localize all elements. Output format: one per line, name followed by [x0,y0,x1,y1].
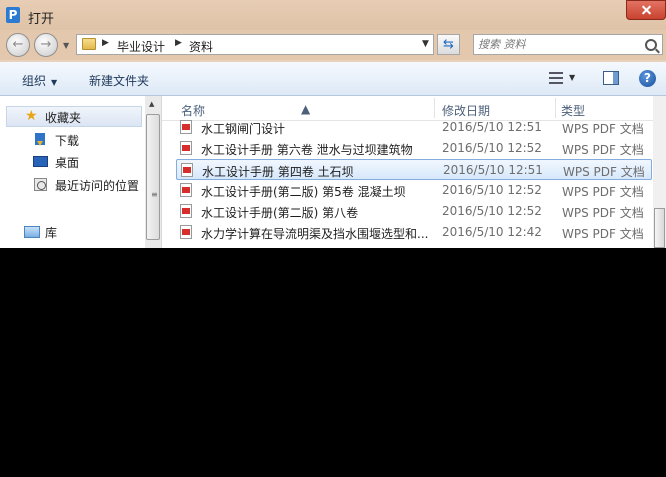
pdf-file-icon [180,141,192,155]
file-type: WPS PDF 文档 [563,165,645,179]
scrollbar-thumb[interactable]: ≡ [146,114,160,240]
pdf-file-icon [181,163,193,177]
address-row: ← → ▼ ▶ 毕业设计 ▶ 资料 ▼ ⇆ [0,30,666,60]
download-folder-icon [35,133,45,146]
file-row[interactable]: 水工钢闸门设计 2016/5/10 12:51 WPS PDF 文档 [176,117,652,138]
search-icon[interactable] [645,39,657,51]
file-name: 水工设计手册 第六卷 泄水与过坝建筑物 [201,143,413,157]
recent-places-icon [34,178,47,191]
file-modified: 2016/5/10 12:42 [442,225,542,239]
file-modified: 2016/5/10 12:52 [442,183,542,197]
forward-arrow-icon: → [40,37,52,52]
file-name: 水力学计算在导流明渠及挡水围堰选型和... [201,227,429,241]
file-row[interactable]: 水工设计手册(第二版) 第5卷 混凝土坝 2016/5/10 12:52 WPS… [176,180,652,201]
file-list: ▲ 名称 修改日期 类型 水工钢闸门设计 2016/5/10 12:51 WPS… [162,96,666,248]
breadcrumb-arrow-icon[interactable]: ▶ [102,38,109,48]
file-type: WPS PDF 文档 [562,206,644,220]
file-list-scrollbar[interactable] [653,96,666,248]
scrollbar-thumb[interactable] [654,208,665,248]
search-box[interactable] [473,34,663,55]
pdf-file-icon [180,225,192,239]
preview-pane-icon[interactable] [603,71,619,85]
pdf-file-icon [180,120,192,134]
title-bar: P 打开 [0,0,666,30]
desktop-icon [33,156,48,167]
address-dropdown-icon[interactable]: ▼ [422,39,429,49]
sidebar-item-label: 库 [45,226,58,240]
view-options-icon[interactable] [549,72,563,84]
sort-ascending-icon: ▲ [301,102,311,116]
column-divider[interactable] [555,98,556,118]
refresh-icon: ⇆ [443,37,454,52]
file-modified: 2016/5/10 12:51 [442,120,542,134]
file-name: 水工钢闸门设计 [201,122,286,136]
file-row[interactable]: 水工设计手册 第六卷 泄水与过坝建筑物 2016/5/10 12:52 WPS … [176,138,652,159]
file-row[interactable]: 水力学计算在导流明渠及挡水围堰选型和... 2016/5/10 12:42 WP… [176,222,652,243]
sidebar-item-label: 桌面 [55,156,80,170]
folder-icon [82,38,96,50]
organize-menu[interactable]: 组织 ▼ [22,72,57,89]
navigation-scrollbar[interactable]: ▲ ≡ [145,96,161,248]
grip-icon: ≡ [151,190,158,199]
sidebar-item-favorites[interactable]: ★ 收藏夹 [6,106,142,127]
library-icon [24,226,40,238]
file-type: WPS PDF 文档 [562,185,644,199]
scroll-up-icon[interactable]: ▲ [149,100,154,108]
file-type: WPS PDF 文档 [562,122,644,136]
file-row-selected[interactable]: 水工设计手册 第四卷 土石坝 2016/5/10 12:51 WPS PDF 文… [176,159,652,180]
chevron-down-icon: ▼ [51,78,58,87]
app-icon: P [6,7,20,23]
file-name: 水工设计手册(第二版) 第5卷 混凝土坝 [201,185,406,199]
pdf-file-icon [180,183,192,197]
pdf-file-icon [180,204,192,218]
breadcrumb-item[interactable]: 毕业设计 [117,38,165,55]
window-title: 打开 [28,12,55,27]
open-file-dialog: P 打开 ← → ▼ ▶ 毕业设计 ▶ 资料 ▼ ⇆ 组织 ▼ 新建文件夹 ▼ ? [0,0,666,248]
column-divider[interactable] [434,98,435,118]
help-icon[interactable]: ? [639,70,656,87]
sidebar-item-label: 最近访问的位置 [55,179,140,193]
command-bar: 组织 ▼ 新建文件夹 ▼ ? [0,62,666,96]
file-name: 水工设计手册(第二版) 第八卷 [201,206,359,220]
file-type: WPS PDF 文档 [562,143,644,157]
star-icon: ★ [25,108,38,124]
search-input[interactable] [478,36,638,53]
file-modified: 2016/5/10 12:52 [442,204,542,218]
view-dropdown-icon[interactable]: ▼ [569,73,575,82]
new-folder-button[interactable]: 新建文件夹 [89,72,149,89]
back-button[interactable]: ← [6,33,30,57]
file-row[interactable]: 水工设计手册(第二版) 第八卷 2016/5/10 12:52 WPS PDF … [176,201,652,222]
file-modified: 2016/5/10 12:51 [443,163,543,177]
recent-pages-dropdown-icon[interactable]: ▼ [63,41,69,50]
forward-button[interactable]: → [34,33,58,57]
address-bar[interactable]: ▶ 毕业设计 ▶ 资料 ▼ [76,34,434,55]
sidebar-item-label: 下载 [55,134,80,148]
breadcrumb-arrow-icon[interactable]: ▶ [175,38,182,48]
file-modified: 2016/5/10 12:52 [442,141,542,155]
back-arrow-icon: ← [12,37,24,52]
refresh-button[interactable]: ⇆ [437,34,460,55]
breadcrumb-item[interactable]: 资料 [189,38,213,55]
organize-label: 组织 [22,74,47,88]
close-button[interactable] [626,0,666,20]
file-type: WPS PDF 文档 [562,227,644,241]
navigation-pane: ★ 收藏夹 下载 桌面 最近访问的位置 库 ▲ ≡ [0,96,162,248]
file-name: 水工设计手册 第四卷 土石坝 [202,165,354,179]
sidebar-item-label: 收藏夹 [45,111,82,125]
